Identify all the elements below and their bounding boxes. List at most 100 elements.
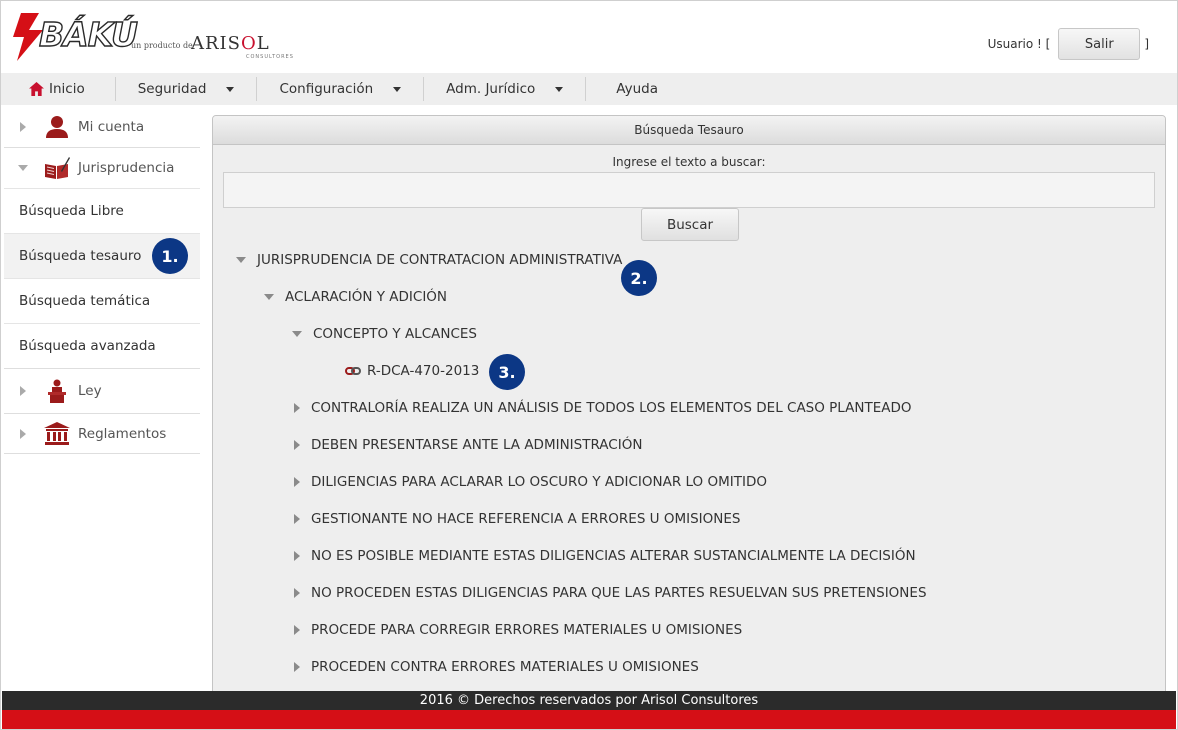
tree-node-sibling[interactable]: DILIGENCIAS PARA ACLARAR LO OSCURO Y ADI… bbox=[294, 474, 767, 490]
expand-arrow-icon bbox=[294, 588, 300, 598]
search-button[interactable]: Buscar bbox=[641, 208, 739, 241]
collapse-arrow-icon bbox=[264, 294, 274, 300]
sidebar: Mi cuenta Jurisprudencia Búsqueda Libre … bbox=[4, 107, 200, 454]
sidebar-group-law[interactable]: Ley bbox=[4, 368, 200, 413]
tree-node-sibling[interactable]: PROCEDEN CONTRA ERRORES MATERIALES U OMI… bbox=[294, 659, 699, 675]
tree-node-label: JURISPRUDENCIA DE CONTRATACION ADMINISTR… bbox=[257, 252, 623, 268]
tree-node-sibling[interactable]: PROCEDE PARA CORREGIR ERRORES MATERIALES… bbox=[294, 622, 742, 638]
user-area: Usuario ! [ Salir ] bbox=[988, 28, 1149, 60]
collapse-arrow-icon bbox=[18, 165, 28, 171]
link-chain-icon bbox=[345, 367, 361, 375]
nav-security[interactable]: Seguridad bbox=[116, 77, 258, 101]
tree-leaf-document[interactable]: R-DCA-470-2013 bbox=[345, 363, 479, 379]
expand-arrow-icon bbox=[294, 477, 300, 487]
sidebar-group-regulations[interactable]: Reglamentos bbox=[4, 413, 200, 453]
tree-node-sibling[interactable]: GESTIONANTE NO HACE REFERENCIA A ERRORES… bbox=[294, 511, 741, 527]
page: BÁKÚ un producto de ARISOL CONSULTORES U… bbox=[0, 0, 1178, 730]
footer-accent-bar bbox=[2, 710, 1176, 729]
brand-logo[interactable]: BÁKÚ un producto de ARISOL CONSULTORES bbox=[9, 13, 309, 63]
tree-node-sibling[interactable]: DEBEN PRESENTARSE ANTE LA ADMINISTRACIÓN bbox=[294, 437, 642, 453]
brand-company-suffix: L bbox=[256, 33, 270, 54]
sidebar-link-thesaurus-search[interactable]: Búsqueda tesauro 1. bbox=[4, 233, 200, 278]
nav-config[interactable]: Configuración bbox=[257, 77, 425, 101]
expand-arrow-icon bbox=[20, 122, 26, 132]
tree-node-label: CONCEPTO Y ALCANCES bbox=[313, 326, 477, 342]
expand-arrow-icon bbox=[294, 551, 300, 561]
brand-company-tag: CONSULTORES bbox=[246, 54, 294, 60]
sidebar-link-label: Búsqueda tesauro bbox=[19, 248, 142, 264]
collapse-arrow-icon bbox=[236, 257, 246, 263]
tree-node-label: PROCEDEN CONTRA ERRORES MATERIALES U OMI… bbox=[311, 659, 699, 675]
brand-company-o: O bbox=[241, 33, 257, 54]
brand-name: BÁKÚ bbox=[38, 14, 138, 54]
tree-node-label: DEBEN PRESENTARSE ANTE LA ADMINISTRACIÓN bbox=[311, 437, 643, 453]
sidebar-group-jurisprudence[interactable]: Jurisprudencia bbox=[4, 147, 200, 188]
thesaurus-search-panel: Búsqueda Tesauro Ingrese el texto a busc… bbox=[212, 115, 1166, 695]
step-badge-1: 1. bbox=[152, 238, 188, 274]
nav-security-label: Seguridad bbox=[137, 81, 207, 97]
sidebar-link-advanced-search[interactable]: Búsqueda avanzada bbox=[4, 323, 200, 368]
tree-node-sibling[interactable]: CONTRALORÍA REALIZA UN ANÁLISIS DE TODOS… bbox=[294, 400, 912, 416]
sidebar-item-label: Mi cuenta bbox=[78, 119, 145, 135]
sidebar-group-my-account[interactable]: Mi cuenta bbox=[4, 107, 200, 147]
expand-arrow-icon bbox=[294, 662, 300, 672]
nav-config-label: Configuración bbox=[279, 81, 374, 97]
user-icon bbox=[46, 116, 68, 138]
sidebar-divider bbox=[4, 453, 200, 454]
expand-arrow-icon bbox=[294, 514, 300, 524]
sidebar-item-label: Ley bbox=[78, 383, 102, 399]
user-label: Usuario ! [ bbox=[987, 37, 1051, 51]
sidebar-link-label: Búsqueda Libre bbox=[19, 203, 124, 219]
nav-home-label: Inicio bbox=[49, 81, 85, 97]
home-icon bbox=[29, 82, 44, 96]
nav-help-label: Ayuda bbox=[616, 81, 659, 97]
sidebar-link-label: Búsqueda avanzada bbox=[19, 338, 156, 354]
tree-node-level1[interactable]: ACLARACIÓN Y ADICIÓN bbox=[264, 289, 447, 305]
institution-icon bbox=[44, 421, 70, 445]
nav-legal-label: Adm. Jurídico bbox=[446, 81, 536, 97]
tree-node-sibling[interactable]: NO PROCEDEN ESTAS DILIGENCIAS PARA QUE L… bbox=[294, 585, 927, 601]
logout-button[interactable]: Salir bbox=[1058, 28, 1141, 60]
tree-node-label: PROCEDE PARA CORREGIR ERRORES MATERIALES… bbox=[311, 622, 743, 638]
sidebar-link-label: Búsqueda temática bbox=[19, 293, 151, 309]
step-badge-2: 2. bbox=[621, 260, 657, 296]
tree-node-sibling[interactable]: NO ES POSIBLE MEDIANTE ESTAS DILIGENCIAS… bbox=[294, 548, 916, 564]
sidebar-link-free-search[interactable]: Búsqueda Libre bbox=[4, 188, 200, 233]
brand-company-prefix: ARIS bbox=[191, 33, 241, 54]
nav-help[interactable]: Ayuda bbox=[586, 77, 680, 101]
sidebar-link-thematic-search[interactable]: Búsqueda temática bbox=[4, 278, 200, 323]
panel-title: Búsqueda Tesauro bbox=[213, 116, 1165, 145]
expand-arrow-icon bbox=[294, 625, 300, 635]
tree-node-label: ACLARACIÓN Y ADICIÓN bbox=[285, 289, 448, 305]
sidebar-item-label: Jurisprudencia bbox=[78, 160, 175, 176]
brand-sub: un producto de bbox=[131, 41, 193, 50]
expand-arrow-icon bbox=[294, 440, 300, 450]
book-pen-icon bbox=[45, 157, 70, 179]
collapse-arrow-icon bbox=[292, 331, 302, 337]
nav-legal[interactable]: Adm. Jurídico bbox=[424, 77, 587, 101]
header: BÁKÚ un producto de ARISOL CONSULTORES U… bbox=[1, 1, 1177, 73]
expand-arrow-icon bbox=[294, 403, 300, 413]
tree-node-label: NO PROCEDEN ESTAS DILIGENCIAS PARA QUE L… bbox=[311, 585, 927, 601]
nav-home[interactable]: Inicio bbox=[1, 77, 116, 101]
caret-down-icon bbox=[393, 86, 402, 92]
search-label: Ingrese el texto a buscar: bbox=[612, 155, 766, 169]
tree-node-level2[interactable]: CONCEPTO Y ALCANCES bbox=[292, 326, 477, 342]
caret-down-icon bbox=[226, 86, 235, 92]
brand-company: ARISOL bbox=[191, 33, 270, 54]
tree-node-label: DILIGENCIAS PARA ACLARAR LO OSCURO Y ADI… bbox=[311, 474, 767, 490]
podium-icon bbox=[48, 379, 66, 403]
footer: 2016 © Derechos reservados por Arisol Co… bbox=[2, 691, 1176, 710]
step-badge-3: 3. bbox=[489, 354, 525, 390]
tree-node-root[interactable]: JURISPRUDENCIA DE CONTRATACION ADMINISTR… bbox=[236, 252, 622, 268]
main-nav: Inicio Seguridad Configuración Adm. Jurí… bbox=[1, 73, 1177, 105]
caret-down-icon bbox=[555, 86, 564, 92]
sidebar-item-label: Reglamentos bbox=[78, 425, 167, 442]
expand-arrow-icon bbox=[20, 428, 26, 439]
tree-node-label: NO ES POSIBLE MEDIANTE ESTAS DILIGENCIAS… bbox=[311, 548, 916, 564]
user-close-bracket: ] bbox=[1144, 37, 1149, 51]
tree-node-label: GESTIONANTE NO HACE REFERENCIA A ERRORES… bbox=[311, 511, 741, 527]
tree-node-label: CONTRALORÍA REALIZA UN ANÁLISIS DE TODOS… bbox=[311, 400, 912, 416]
search-input[interactable] bbox=[223, 172, 1155, 208]
tree-leaf-label: R-DCA-470-2013 bbox=[367, 363, 480, 379]
